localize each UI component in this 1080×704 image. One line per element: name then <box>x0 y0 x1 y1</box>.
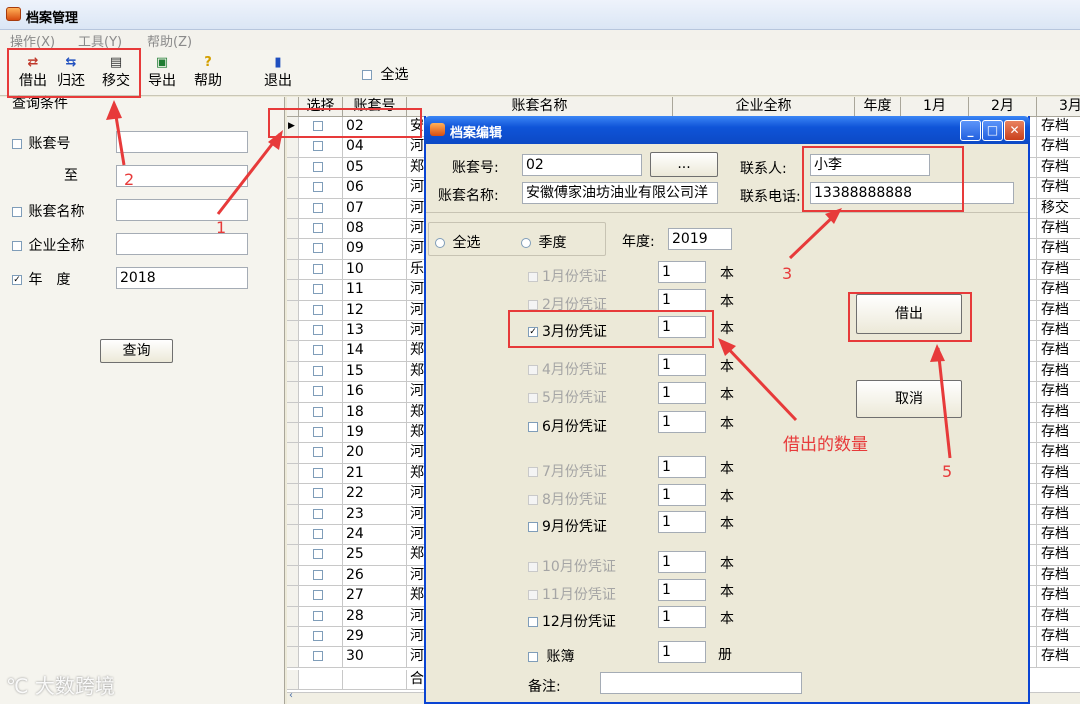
highlight-contact <box>802 146 964 212</box>
annotation-overlay <box>106 100 952 459</box>
arrow-5-line <box>936 347 952 459</box>
watermark-logo: ℃ 大数跨境 <box>6 674 115 698</box>
highlight-toolbar <box>7 48 141 98</box>
annotation-1: 1 <box>216 218 227 237</box>
annotation-qty-note: 借出的数量 <box>783 435 868 455</box>
arrow-5-head <box>930 344 945 362</box>
arrow-1-line <box>216 133 282 215</box>
arrow-qty-line <box>720 340 798 422</box>
highlight-month <box>508 310 714 348</box>
annotation-2: 2 <box>124 170 135 189</box>
highlight-row <box>268 108 422 138</box>
annotation-3: 3 <box>782 264 793 283</box>
watermark-icon: ℃ <box>6 674 29 698</box>
highlight-lend-button <box>848 292 972 342</box>
annotation-5: 5 <box>942 462 953 481</box>
arrow-2-head <box>106 100 122 120</box>
